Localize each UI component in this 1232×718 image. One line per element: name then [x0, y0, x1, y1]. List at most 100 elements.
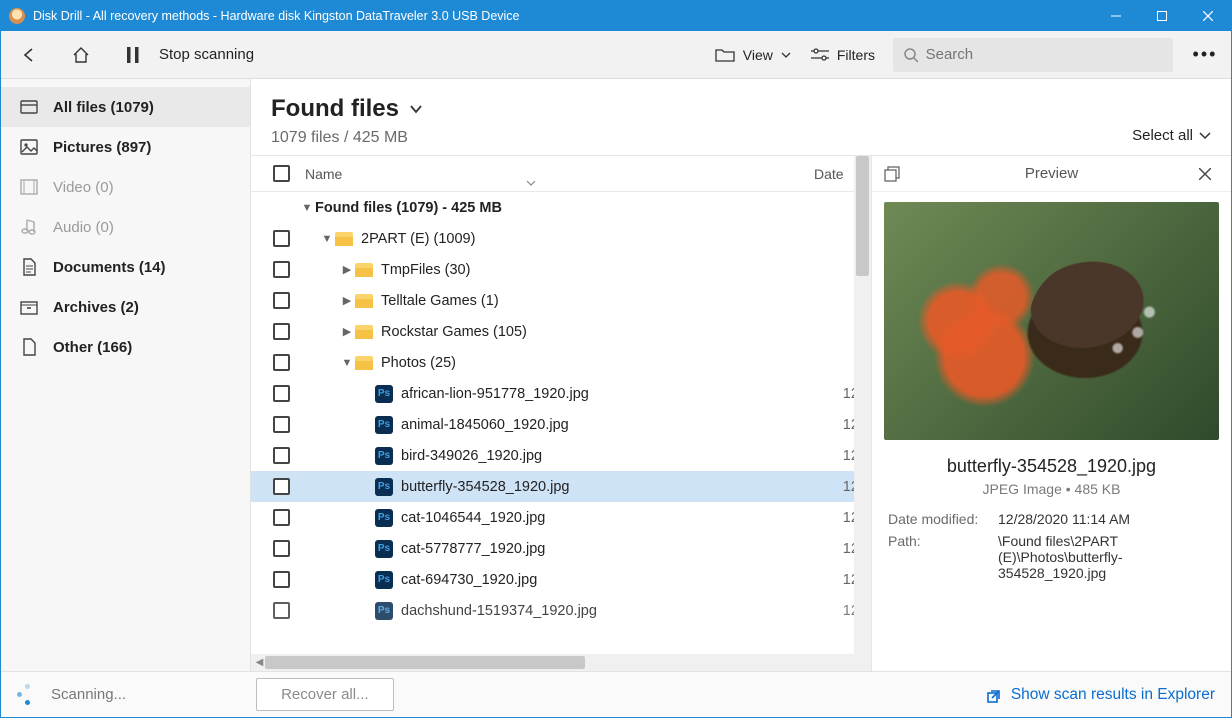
row-checkbox[interactable] — [273, 509, 290, 526]
scroll-thumb[interactable] — [265, 656, 585, 669]
search-input[interactable] — [926, 46, 1163, 63]
tree-folder[interactable]: ▶ TmpFiles (30) — [251, 254, 871, 285]
home-button[interactable] — [63, 37, 99, 73]
row-checkbox[interactable] — [273, 323, 290, 340]
select-all-button[interactable]: Select all — [1132, 127, 1211, 144]
document-icon — [19, 257, 39, 277]
photoshop-icon: Ps — [375, 416, 393, 434]
file-row[interactable]: Ps cat-694730_1920.jpg 12/2 — [251, 564, 871, 595]
chevron-down-icon — [409, 104, 423, 114]
spinner-icon — [17, 684, 39, 706]
row-checkbox[interactable] — [273, 447, 290, 464]
file-row[interactable]: Ps dachshund-1519374_1920.jpg 12/2 — [251, 595, 871, 626]
collapse-arrow-icon[interactable]: ▼ — [339, 357, 355, 369]
sidebar-item-all-files[interactable]: All files (1079) — [1, 87, 250, 127]
image-icon — [19, 137, 39, 157]
stop-scanning-label[interactable]: Stop scanning — [159, 46, 254, 63]
close-preview-button[interactable] — [1199, 168, 1219, 180]
maximize-button[interactable] — [1139, 1, 1185, 31]
sidebar-item-audio[interactable]: Audio (0) — [1, 207, 250, 247]
scroll-thumb[interactable] — [856, 156, 869, 276]
folder-icon — [355, 294, 373, 308]
row-checkbox[interactable] — [273, 261, 290, 278]
path-value: \Found files\2PART (E)\Photos\butterfly-… — [998, 533, 1215, 581]
sidebar-item-documents[interactable]: Documents (14) — [1, 247, 250, 287]
show-in-explorer-link[interactable]: Show scan results in Explorer — [987, 686, 1215, 704]
search-box[interactable] — [893, 38, 1173, 72]
files-icon — [19, 97, 39, 117]
row-checkbox[interactable] — [273, 540, 290, 557]
file-row[interactable]: Ps cat-1046544_1920.jpg 12/2 — [251, 502, 871, 533]
horizontal-scrollbar[interactable]: ◀ ▶ — [251, 654, 871, 671]
sidebar-item-label: Pictures (897) — [53, 139, 151, 156]
row-checkbox[interactable] — [273, 416, 290, 433]
sidebar-item-archives[interactable]: Archives (2) — [1, 287, 250, 327]
preview-title: Preview — [904, 165, 1199, 182]
file-row[interactable]: Ps animal-1845060_1920.jpg 12/2 — [251, 409, 871, 440]
photoshop-icon: Ps — [375, 509, 393, 527]
chevron-down-icon — [1199, 132, 1211, 140]
expand-arrow-icon[interactable]: ▶ — [339, 263, 355, 276]
column-name[interactable]: Name — [299, 166, 814, 182]
results-title[interactable]: Found files — [271, 95, 1132, 123]
close-button[interactable] — [1185, 1, 1231, 31]
more-button[interactable]: ••• — [1189, 44, 1221, 65]
view-label: View — [743, 47, 773, 63]
expand-arrow-icon[interactable]: ▶ — [339, 294, 355, 307]
sidebar-item-pictures[interactable]: Pictures (897) — [1, 127, 250, 167]
row-checkbox[interactable] — [273, 230, 290, 247]
collapse-arrow-icon[interactable]: ▼ — [299, 202, 315, 214]
titlebar: Disk Drill - All recovery methods - Hard… — [1, 1, 1231, 31]
photoshop-icon: Ps — [375, 478, 393, 496]
pause-button[interactable] — [115, 37, 151, 73]
minimize-button[interactable] — [1093, 1, 1139, 31]
recover-all-button[interactable]: Recover all... — [256, 678, 394, 711]
app-icon — [9, 8, 25, 24]
sliders-icon — [811, 48, 829, 62]
preview-panel: Preview butterfly-354528_1920.jpg JPEG I… — [871, 156, 1231, 671]
row-checkbox[interactable] — [273, 602, 290, 619]
select-all-checkbox[interactable] — [273, 165, 290, 182]
window-controls — [1093, 1, 1231, 31]
file-row[interactable]: Ps african-lion-951778_1920.jpg 12/2 — [251, 378, 871, 409]
sidebar-item-label: Video (0) — [53, 179, 114, 196]
sidebar-item-label: Archives (2) — [53, 299, 139, 316]
footer: Scanning... Recover all... Show scan res… — [1, 671, 1231, 717]
view-menu[interactable]: View — [705, 41, 801, 69]
file-row-selected[interactable]: Ps butterfly-354528_1920.jpg 12/2 — [251, 471, 871, 502]
filters-button[interactable]: Filters — [801, 41, 885, 69]
tree-folder[interactable]: ▶ Rockstar Games (105) — [251, 316, 871, 347]
sidebar-item-other[interactable]: Other (166) — [1, 327, 250, 367]
photoshop-icon: Ps — [375, 447, 393, 465]
sidebar-item-label: Audio (0) — [53, 219, 114, 236]
sidebar-item-video[interactable]: Video (0) — [1, 167, 250, 207]
sort-chevron-icon — [526, 180, 536, 186]
row-checkbox[interactable] — [273, 292, 290, 309]
popout-icon[interactable] — [884, 166, 904, 182]
date-modified-label: Date modified: — [888, 511, 998, 527]
row-checkbox[interactable] — [273, 571, 290, 588]
tree-folder[interactable]: ▶ Telltale Games (1) — [251, 285, 871, 316]
row-checkbox[interactable] — [273, 385, 290, 402]
filters-label: Filters — [837, 47, 875, 63]
tree-root[interactable]: ▼ Found files (1079) - 425 MB — [251, 192, 871, 223]
preview-file-meta: JPEG Image • 485 KB — [872, 481, 1231, 497]
row-checkbox[interactable] — [273, 354, 290, 371]
tree-volume[interactable]: ▼ 2PART (E) (1009) — [251, 223, 871, 254]
row-checkbox[interactable] — [273, 478, 290, 495]
file-row[interactable]: Ps cat-5778777_1920.jpg 12/2 — [251, 533, 871, 564]
window-title: Disk Drill - All recovery methods - Hard… — [33, 9, 1093, 23]
expand-arrow-icon[interactable]: ▶ — [339, 325, 355, 338]
file-tree: ▼ Found files (1079) - 425 MB ▼ 2PART (E… — [251, 192, 871, 654]
video-icon — [19, 177, 39, 197]
column-date[interactable]: Date — [814, 166, 854, 182]
folder-icon — [355, 325, 373, 339]
collapse-arrow-icon[interactable]: ▼ — [319, 233, 335, 245]
back-button[interactable] — [11, 37, 47, 73]
photoshop-icon: Ps — [375, 540, 393, 558]
sidebar: All files (1079) Pictures (897) Video (0… — [1, 79, 251, 671]
tree-folder-photos[interactable]: ▼ Photos (25) — [251, 347, 871, 378]
file-row[interactable]: Ps bird-349026_1920.jpg 12/2 — [251, 440, 871, 471]
sidebar-item-label: Documents (14) — [53, 259, 166, 276]
vertical-scrollbar[interactable] — [854, 156, 871, 671]
